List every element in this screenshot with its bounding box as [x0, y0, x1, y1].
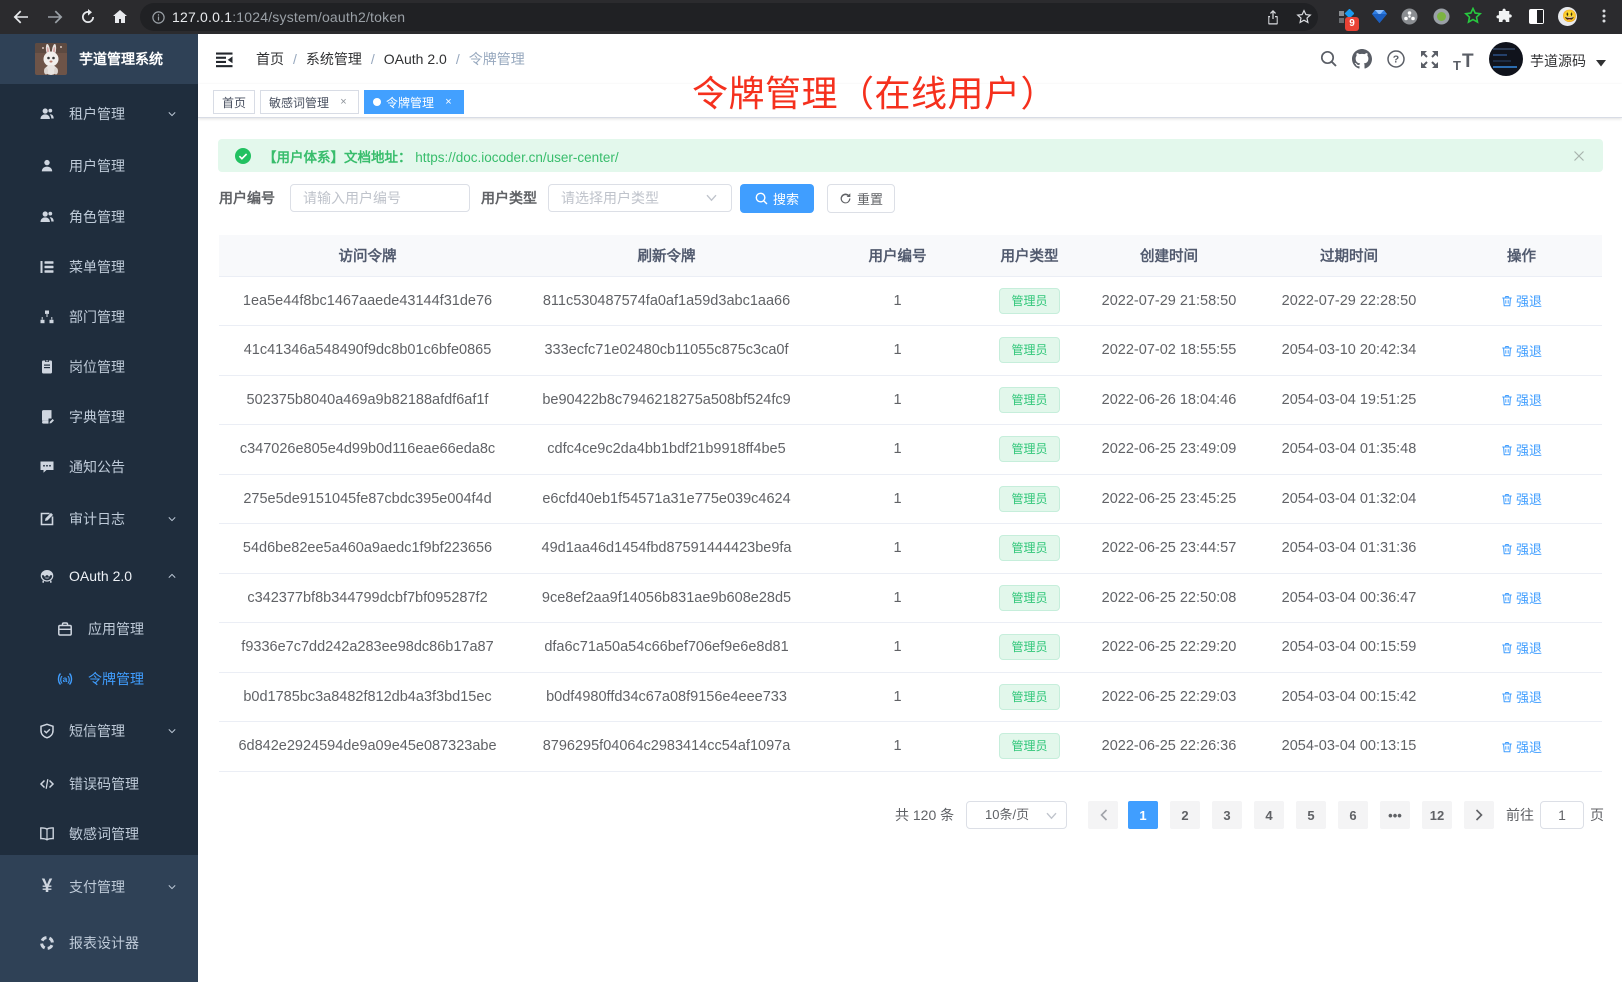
svg-text:?: ? — [1393, 54, 1399, 66]
svg-text:(a): (a) — [60, 674, 71, 684]
